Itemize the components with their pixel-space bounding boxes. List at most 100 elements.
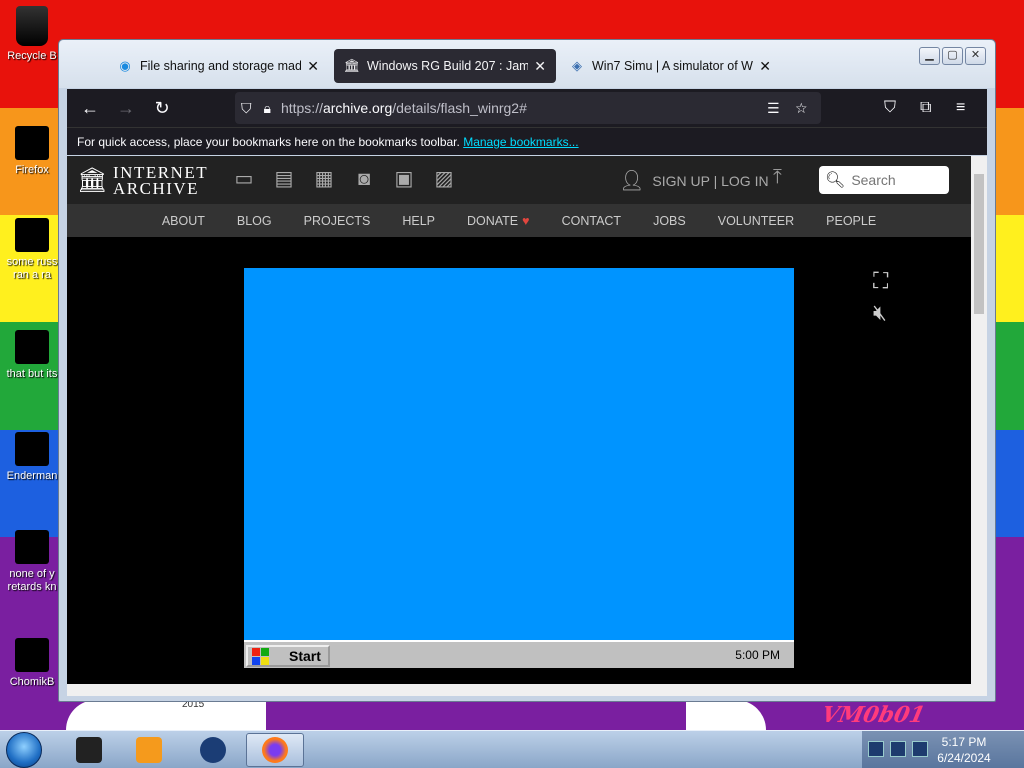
taskbar-firefox[interactable] xyxy=(246,733,304,767)
taskbar-clock[interactable]: 5:17 PM 6/24/2024 xyxy=(924,734,1004,766)
audio-icon[interactable]: ◙ xyxy=(351,167,377,191)
emulator-taskbar: Start 5:00 PM xyxy=(244,640,794,668)
url-text[interactable]: https://archive.org/details/flash_winrg2… xyxy=(281,100,527,116)
wallpaper-signature: VM0b01 xyxy=(819,702,928,728)
video-icon[interactable]: ▦ xyxy=(311,167,337,191)
back-icon[interactable]: ← xyxy=(72,98,108,119)
tab-bar: ◉ File sharing and storage made s ✕ 🏛 Wi… xyxy=(59,40,995,88)
nav-people[interactable]: PEOPLE xyxy=(826,214,876,228)
forward-icon[interactable]: → xyxy=(108,98,144,119)
desktop-icon-chomik[interactable]: ChomikB xyxy=(4,638,60,689)
desktop-icon-file-2[interactable]: that but its xyxy=(4,330,60,381)
wallpaper-drawing xyxy=(686,700,766,730)
texts-icon[interactable]: ▤ xyxy=(271,167,297,191)
tab-win7-simu[interactable]: ◈ Win7 Simu | A simulator of Win ✕ xyxy=(559,49,781,83)
mute-icon[interactable]: 🔇︎ xyxy=(873,300,887,326)
desktop-icon-firefox[interactable]: Firefox xyxy=(4,126,60,177)
search-input[interactable] xyxy=(851,172,948,188)
fullscreen-icon[interactable]: ⛶ xyxy=(873,268,888,294)
desktop-icon-file-1[interactable]: some russ ran a ra xyxy=(4,218,60,282)
nav-about[interactable]: ABOUT xyxy=(162,214,205,228)
vertical-scrollbar[interactable] xyxy=(971,156,987,696)
desktop-icon-file-3[interactable]: none of y retards kn xyxy=(4,530,60,594)
clock-time: 5:17 PM xyxy=(941,735,987,749)
wallpaper-drawing xyxy=(66,700,266,730)
logo-line-2: ARCHIVE xyxy=(113,179,200,198)
tray-icon[interactable] xyxy=(868,741,884,757)
close-tab-icon[interactable]: ✕ xyxy=(534,58,546,75)
pocket-icon[interactable]: ⛉ xyxy=(884,99,896,117)
emulator-clock: 5:00 PM xyxy=(735,648,780,662)
network-icon[interactable] xyxy=(890,741,906,757)
desktop-icon-label: that but its xyxy=(6,368,58,380)
upload-icon[interactable]: ⤒ xyxy=(773,166,782,189)
heart-icon: ♥ xyxy=(522,213,530,228)
desktop-icon-label: some russ ran a ra xyxy=(6,256,58,281)
maximize-button[interactable]: ▢ xyxy=(942,47,963,65)
tab-title: Windows RG Build 207 : JamesW xyxy=(367,59,529,73)
nav-donate-label: DONATE xyxy=(466,213,519,228)
archive-nav: ABOUT BLOG PROJECTS HELP DONATE ♥ CONTACT… xyxy=(67,204,971,237)
media-player-icon xyxy=(136,737,162,763)
images-icon[interactable]: ▨ xyxy=(431,167,457,191)
taskbar-media-player[interactable] xyxy=(120,733,178,767)
taskbar-app-1[interactable] xyxy=(60,733,118,767)
bookmark-star-icon[interactable]: ☆ xyxy=(795,100,808,117)
minimize-button[interactable]: ▁ xyxy=(919,47,940,65)
taskbar-app-3[interactable] xyxy=(184,733,242,767)
nav-volunteer[interactable]: VOLUNTEER xyxy=(718,214,794,228)
tab-file-sharing[interactable]: ◉ File sharing and storage made s ✕ xyxy=(107,49,329,83)
archive-logo[interactable]: 🏛 INTERNET ARCHIVE xyxy=(77,164,208,198)
program-icon xyxy=(15,432,49,466)
emulator-screen[interactable]: Start 5:00 PM xyxy=(244,268,794,668)
auth-links[interactable]: 👤︎ SIGN UP | LOG IN xyxy=(619,168,769,193)
archive-search[interactable]: 🔍︎ xyxy=(819,166,949,194)
close-window-button[interactable]: ✕ xyxy=(965,47,986,65)
start-orb[interactable] xyxy=(6,732,42,768)
taskbar: 5:17 PM 6/24/2024 xyxy=(0,730,1024,768)
manage-bookmarks-link[interactable]: Manage bookmarks... xyxy=(463,135,578,149)
horizontal-scrollbar[interactable] xyxy=(67,684,971,696)
scrollbar-thumb[interactable] xyxy=(974,174,984,314)
cloud-icon: ◉ xyxy=(119,58,131,73)
chomik-icon xyxy=(15,638,49,672)
bookmarks-message: For quick access, place your bookmarks h… xyxy=(77,135,460,149)
url-prefix: https:// xyxy=(280,100,323,116)
reload-icon[interactable]: ↻ xyxy=(144,98,180,119)
win7-icon: ◈ xyxy=(572,58,582,73)
clock-date: 6/24/2024 xyxy=(937,751,991,765)
desktop-icon-label: Recycle B xyxy=(7,50,57,62)
nav-projects[interactable]: PROJECTS xyxy=(304,214,371,228)
close-tab-icon[interactable]: ✕ xyxy=(307,58,319,75)
page-content: 🏛 INTERNET ARCHIVE ▭ ▤ ▦ ◙ ▣ ▨ 👤︎ SIGN UP … xyxy=(67,156,971,684)
nav-donate[interactable]: DONATE ♥ xyxy=(467,214,530,228)
windows-flag-icon xyxy=(252,647,269,665)
shield-icon[interactable]: ⛉ xyxy=(241,100,252,117)
nav-blog[interactable]: BLOG xyxy=(237,214,272,228)
extensions-icon[interactable]: ⧉ xyxy=(920,99,931,117)
tab-windows-rg[interactable]: 🏛 Windows RG Build 207 : JamesW ✕ xyxy=(334,49,556,83)
nav-help[interactable]: HELP xyxy=(402,214,435,228)
archive-header: 🏛 INTERNET ARCHIVE ▭ ▤ ▦ ◙ ▣ ▨ 👤︎ SIGN UP … xyxy=(67,156,971,204)
web-icon[interactable]: ▭ xyxy=(231,167,257,191)
file-icon xyxy=(15,530,49,564)
url-bar[interactable]: ⛉ 🔒︎ https://archive.org/details/flash_w… xyxy=(235,92,821,124)
nav-jobs[interactable]: JOBS xyxy=(653,214,686,228)
lock-icon[interactable]: 🔒︎ xyxy=(264,100,271,117)
nav-toolbar: ← → ↻ ⛉ 🔒︎ https://archive.org/details/f… xyxy=(67,89,987,127)
emulator-start-button[interactable]: Start xyxy=(246,645,330,667)
file-icon xyxy=(15,218,49,252)
tab-title: File sharing and storage made s xyxy=(140,59,302,73)
archive-temple-icon: 🏛 xyxy=(77,167,108,194)
desktop-icon-enderman[interactable]: Enderman xyxy=(4,432,60,483)
software-icon[interactable]: ▣ xyxy=(391,167,417,191)
menu-icon[interactable]: ≡ xyxy=(956,99,965,117)
desktop-icon-recycle-bin[interactable]: Recycle B xyxy=(4,6,60,63)
sign-up-login[interactable]: SIGN UP | LOG IN xyxy=(652,173,768,189)
close-tab-icon[interactable]: ✕ xyxy=(759,58,771,75)
desktop-icon-label: Enderman xyxy=(6,470,58,482)
nav-contact[interactable]: CONTACT xyxy=(562,214,622,228)
reader-view-icon[interactable]: ☰ xyxy=(767,100,780,117)
firefox-icon xyxy=(15,126,49,160)
user-icon: 👤︎ xyxy=(619,170,645,192)
